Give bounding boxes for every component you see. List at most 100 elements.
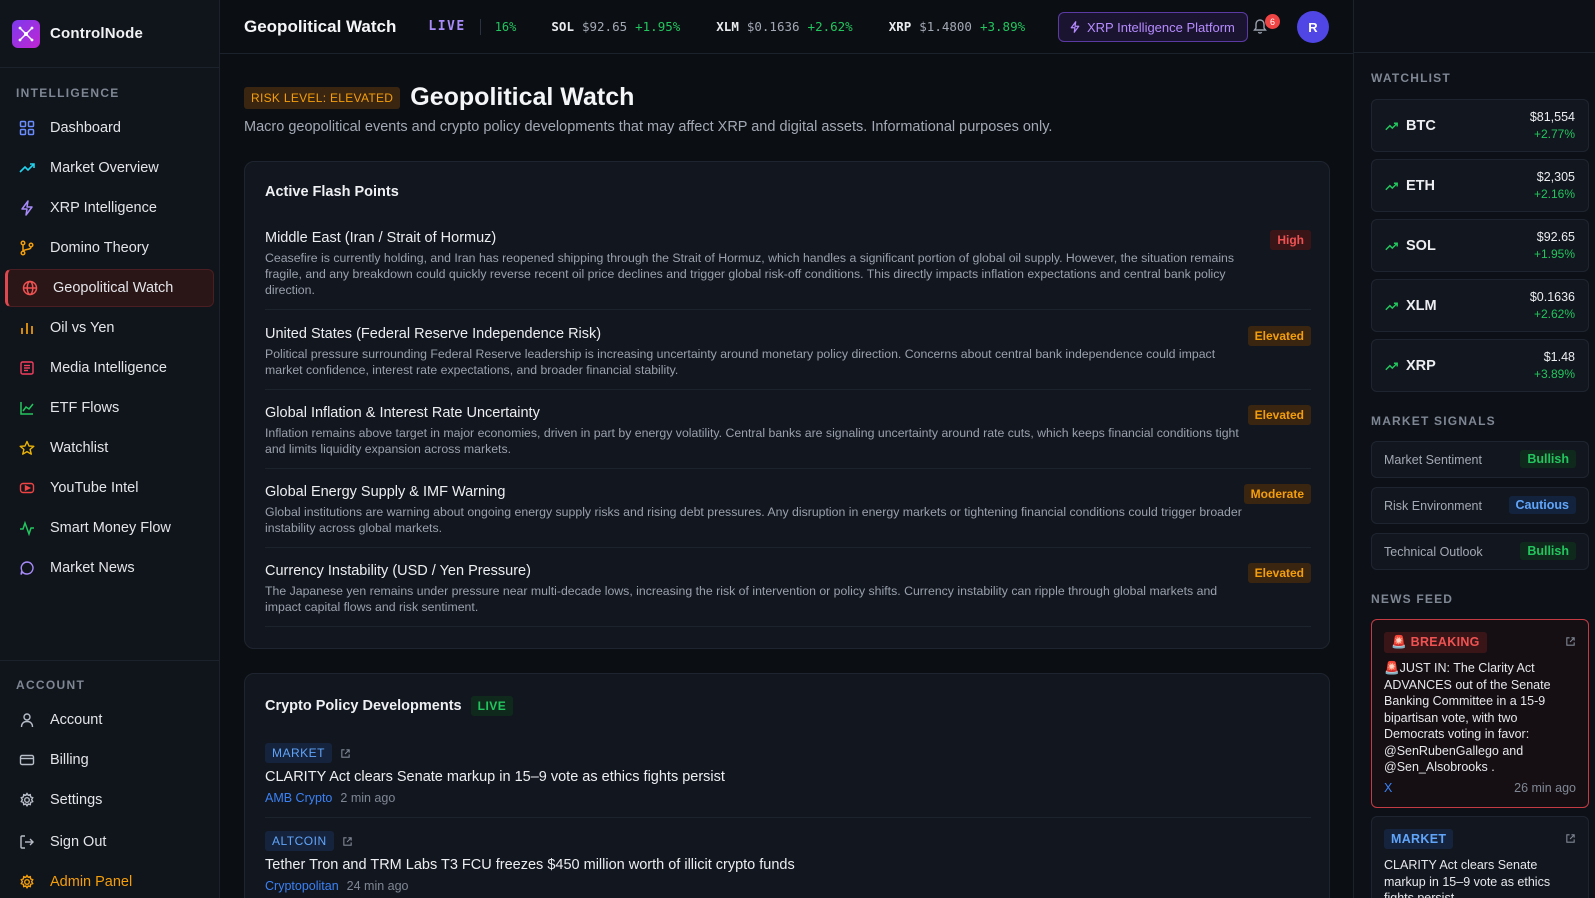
message-circle-icon	[18, 559, 36, 577]
sidebar-item-xrp-intelligence[interactable]: XRP Intelligence	[5, 189, 214, 227]
news-feed-source[interactable]: X	[1384, 781, 1392, 795]
severity-badge: High	[1270, 230, 1311, 250]
flash-point-title: Global Energy Supply & IMF Warning	[265, 484, 506, 500]
xrp-platform-label: XRP Intelligence Platform	[1087, 19, 1235, 35]
sidebar-item-oil-vs-yen[interactable]: Oil vs Yen	[5, 309, 214, 347]
breaking-tag: 🚨 BREAKING	[1384, 632, 1487, 653]
ticker-xlm[interactable]: XLM $0.1636 +2.62%	[716, 19, 852, 34]
ticker-xrp[interactable]: XRP $1.4800 +3.89%	[889, 19, 1025, 34]
watchlist-change: +2.62%	[1533, 307, 1575, 321]
category-tag: MARKET	[1384, 829, 1454, 849]
sidebar-item-domino-theory[interactable]: Domino Theory	[5, 229, 214, 267]
policy-news-item[interactable]: MARKET CLARITY Act clears Senate markup …	[265, 743, 1311, 818]
flash-point-item[interactable]: Global Energy Supply & IMF Warning Globa…	[265, 484, 1311, 548]
flash-point-desc: Ceasefire is currently holding, and Iran…	[265, 251, 1235, 297]
watchlist-price: $92.65	[1536, 230, 1575, 244]
ticker-symbol: XRP	[888, 19, 912, 34]
live-badge: LIVE	[470, 696, 514, 716]
xrp-platform-button[interactable]: XRP Intelligence Platform	[1058, 12, 1248, 42]
flash-point-item[interactable]: Global Inflation & Interest Rate Uncerta…	[265, 405, 1311, 469]
watchlist-symbol: SOL	[1406, 238, 1436, 254]
news-time: 2 min ago	[340, 791, 396, 805]
ticker-change: +3.89%	[979, 19, 1026, 34]
flash-point-item[interactable]: United States (Federal Reserve Independe…	[265, 326, 1311, 390]
sidebar-item-admin-panel[interactable]: Admin Panel	[5, 863, 214, 898]
sidebar-item-dashboard[interactable]: Dashboard	[5, 109, 214, 147]
news-feed-text: 🚨JUST IN: The Clarity Act ADVANCES out o…	[1384, 661, 1551, 774]
news-feed-label: NEWS FEED	[1371, 592, 1454, 606]
watchlist-change: +2.77%	[1533, 127, 1575, 141]
external-link-icon[interactable]	[1565, 833, 1576, 844]
news-title: Tether Tron and TRM Labs T3 FCU freezes …	[265, 857, 795, 873]
watchlist-item-xlm[interactable]: XLM $0.1636 +2.62%	[1371, 279, 1589, 332]
severity-badge: Elevated	[1247, 563, 1311, 583]
sidebar-item-account[interactable]: Account	[5, 701, 214, 739]
watchlist-item-sol[interactable]: SOL $92.65 +1.95%	[1371, 219, 1589, 272]
sidebar-item-label: Market Overview	[50, 160, 159, 176]
watchlist-item-xrp[interactable]: XRP $1.48 +3.89%	[1371, 339, 1589, 392]
external-link-icon[interactable]	[1565, 636, 1576, 647]
category-tag: ALTCOIN	[265, 831, 334, 851]
external-link-icon[interactable]	[342, 836, 353, 847]
news-source[interactable]: Cryptopolitan	[265, 879, 339, 893]
brand-name: ControlNode	[50, 25, 144, 42]
watchlist-symbol: ETH	[1406, 178, 1435, 194]
watchlist-price: $0.1636	[1529, 290, 1575, 304]
right-panel-top	[1354, 0, 1595, 53]
trending-up-icon	[1385, 360, 1398, 373]
external-link-icon[interactable]	[340, 748, 351, 759]
watchlist-item-eth[interactable]: ETH $2,305 +2.16%	[1371, 159, 1589, 212]
sidebar-item-watchlist[interactable]: Watchlist	[5, 429, 214, 467]
newspaper-icon	[18, 359, 36, 377]
sidebar-item-youtube-intel[interactable]: YouTube Intel	[5, 469, 214, 507]
signal-label: Technical Outlook	[1384, 545, 1483, 559]
signal-market-sentiment: Market Sentiment Bullish	[1371, 441, 1589, 478]
flash-point-title: Middle East (Iran / Strait of Hormuz)	[265, 230, 497, 246]
sidebar-item-billing[interactable]: Billing	[5, 741, 214, 779]
news-source[interactable]: AMB Crypto	[265, 791, 332, 805]
sidebar-item-geopolitical-watch[interactable]: Geopolitical Watch	[5, 269, 214, 307]
market-signals-label: MARKET SIGNALS	[1371, 414, 1496, 428]
sidebar-item-market-news[interactable]: Market News	[5, 549, 214, 587]
avatar[interactable]: R	[1297, 11, 1329, 43]
watchlist-item-btc[interactable]: BTC $81,554 +2.77%	[1371, 99, 1589, 152]
flash-point-item[interactable]: Currency Instability (USD / Yen Pressure…	[265, 563, 1311, 627]
news-feed-item[interactable]: 🚨 BREAKING 🚨JUST IN: The Clarity Act ADV…	[1371, 619, 1589, 808]
bar-chart-icon	[18, 319, 36, 337]
watchlist-symbol: XLM	[1406, 298, 1437, 314]
sidebar-item-media-intelligence[interactable]: Media Intelligence	[5, 349, 214, 387]
risk-level-badge: RISK LEVEL: ELEVATED	[244, 86, 401, 109]
live-percent: 16%	[494, 19, 517, 34]
card-title: Active Flash Points	[265, 184, 399, 200]
sidebar-item-market-overview[interactable]: Market Overview	[5, 149, 214, 187]
news-feed-item[interactable]: MARKET CLARITY Act clears Senate markup …	[1371, 816, 1589, 898]
live-indicator: LIVE	[428, 19, 466, 34]
sidebar-item-label: Smart Money Flow	[50, 520, 171, 536]
section-label-intelligence: INTELLIGENCE	[16, 86, 120, 100]
sidebar-item-settings[interactable]: Settings	[5, 781, 214, 819]
sidebar-item-etf-flows[interactable]: ETF Flows	[5, 389, 214, 427]
trending-up-icon	[1385, 300, 1398, 313]
ticker-sol[interactable]: SOL $92.65 +1.95%	[551, 19, 680, 34]
activity-icon	[18, 519, 36, 537]
sidebar-item-smart-money-flow[interactable]: Smart Money Flow	[5, 509, 214, 547]
ticker-symbol: SOL	[551, 19, 574, 34]
youtube-icon	[18, 479, 36, 497]
ticker-price: $0.1636	[746, 19, 800, 34]
watchlist-price: $81,554	[1529, 110, 1575, 124]
news-feed-time: 26 min ago	[1514, 781, 1576, 795]
flash-point-title: Global Inflation & Interest Rate Uncerta…	[265, 405, 540, 421]
credit-card-icon	[18, 751, 36, 769]
signal-label: Market Sentiment	[1384, 453, 1482, 467]
policy-news-item[interactable]: ALTCOIN Tether Tron and TRM Labs T3 FCU …	[265, 831, 1311, 893]
watchlist-change: +1.95%	[1533, 247, 1575, 261]
brand-logo-icon	[12, 19, 40, 48]
sidebar-item-sign-out[interactable]: Sign Out	[5, 823, 214, 861]
news-time: 24 min ago	[346, 879, 409, 893]
severity-badge: Moderate	[1243, 484, 1311, 504]
sidebar-item-label: Admin Panel	[50, 874, 133, 890]
ticker-price: $92.65	[581, 19, 628, 34]
flash-point-item[interactable]: Middle East (Iran / Strait of Hormuz) Ce…	[265, 230, 1311, 310]
trending-up-icon	[18, 159, 36, 177]
brand[interactable]: ControlNode	[0, 0, 219, 68]
